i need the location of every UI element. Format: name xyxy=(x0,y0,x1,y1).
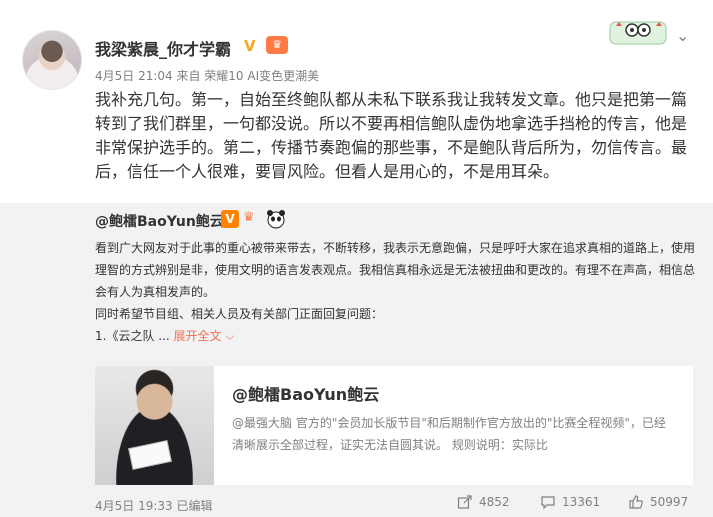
comment-button[interactable]: 13361 xyxy=(540,494,600,510)
poster-avatar[interactable] xyxy=(22,30,82,90)
comment-icon xyxy=(541,496,555,510)
card-thumbnail xyxy=(95,366,214,485)
expand-full-text-link[interactable]: 展开全文 ⌵ xyxy=(174,329,235,343)
repost-item-prefix: 1.《云之队 ... xyxy=(95,329,170,343)
decoration-card-icon xyxy=(609,21,667,45)
repost-paragraph: 看到广大网友对于此事的重心被带来带去，不断转移，我表示无意跑偏，只是呼吁大家在追… xyxy=(95,241,696,299)
post-text: 我补充几句。第一，自始至终鲍队都从未私下联系我让我转发文章。他只是把第一篇转到了… xyxy=(95,90,688,181)
card-title: @鲍檑BaoYun鲍云 xyxy=(232,385,380,404)
comment-count: 13361 xyxy=(562,495,601,509)
like-count: 50997 xyxy=(650,495,689,509)
card-description: @最强大脑 官方的"会员加长版节目"和后期制作官方放出的"比赛全程视频"，已经清… xyxy=(232,416,666,452)
share-count: 4852 xyxy=(479,495,510,509)
repost-crown-icon: ♛ xyxy=(243,210,255,225)
share-icon xyxy=(457,495,472,509)
poster-username[interactable]: 我梁紫晨_你才学霸 xyxy=(95,36,231,60)
repost-list-item: 1.《云之队 ... 展开全文 ⌵ xyxy=(95,325,695,347)
playing-cards-icon xyxy=(128,440,172,470)
repost-username[interactable]: @鲍檑BaoYun鲍云 xyxy=(95,211,224,231)
chevron-down-icon[interactable]: ⌄ xyxy=(676,26,689,45)
repost-paragraph: 同时希望节目组、相关人员及有关部门正面回复问题： xyxy=(95,307,384,321)
verified-badge-icon: V xyxy=(244,37,256,55)
repost-verified-icon: V xyxy=(221,210,239,228)
like-button[interactable]: 50997 xyxy=(628,494,688,510)
panda-icon xyxy=(267,210,285,229)
share-button[interactable]: 4852 xyxy=(457,494,510,510)
post-meta: 4月5日 21:04 来自 荣耀10 AI变色更潮美 xyxy=(95,69,320,83)
repost-meta: 4月5日 19:33 已编辑 xyxy=(95,499,213,513)
thumbs-up-icon xyxy=(629,495,643,509)
link-card[interactable]: @鲍檑BaoYun鲍云 @最强大脑 官方的"会员加长版节目"和后期制作官方放出的… xyxy=(95,366,693,485)
member-crown-icon: ♛ xyxy=(266,36,288,54)
repost-text: 看到广大网友对于此事的重心被带来带去，不断转移，我表示无意跑偏，只是呼吁大家在追… xyxy=(95,237,695,347)
